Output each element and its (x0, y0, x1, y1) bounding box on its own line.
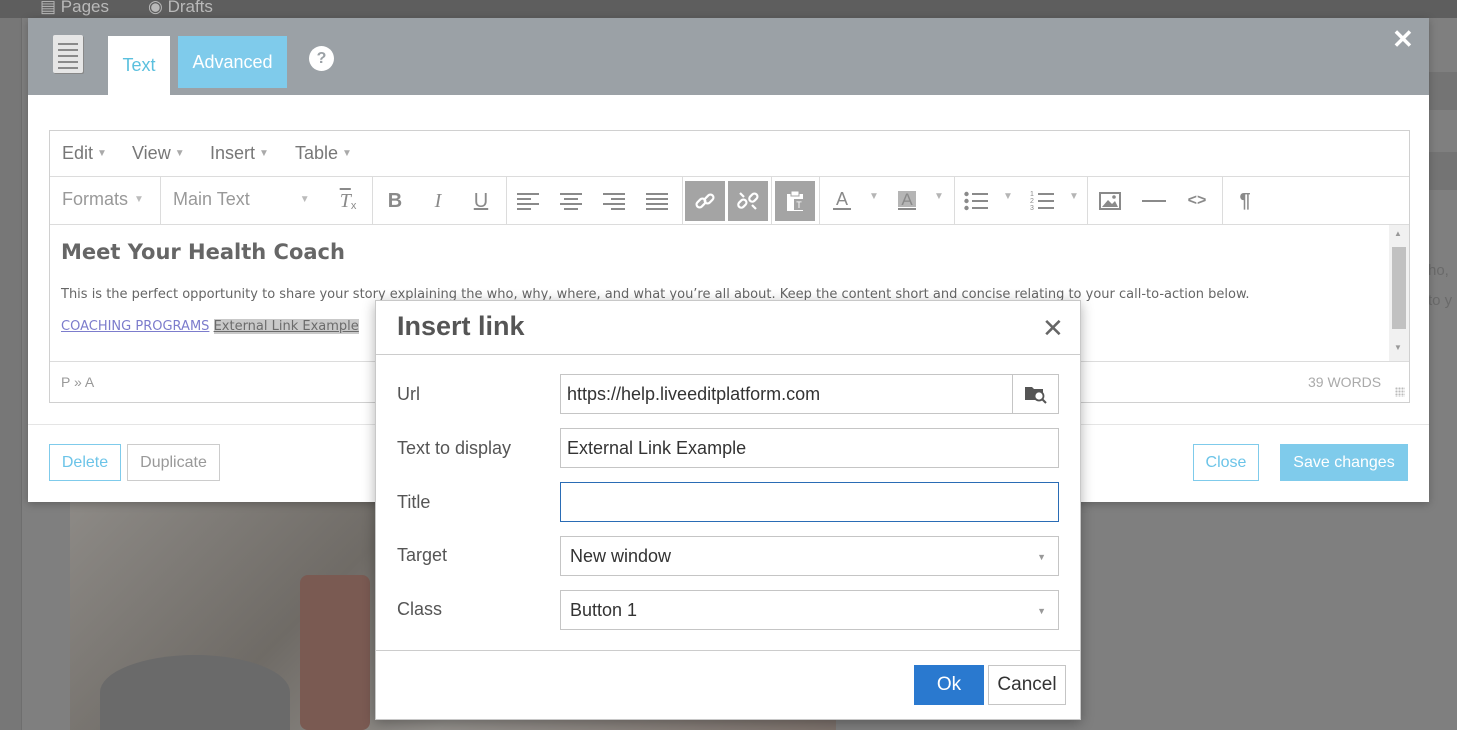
chevron-down-icon: ▼ (1037, 606, 1046, 616)
save-changes-button[interactable]: Save changes (1280, 444, 1408, 481)
class-value: Button 1 (570, 600, 638, 620)
show-blocks-icon[interactable]: ¶ (1225, 181, 1265, 221)
text-to-display-label: Text to display (397, 438, 512, 458)
unlink-icon[interactable] (728, 181, 768, 221)
delete-button[interactable]: Delete (49, 444, 121, 481)
drafts-nav: ◉ Drafts (148, 0, 213, 16)
link-icon[interactable] (685, 181, 725, 221)
align-center-icon[interactable] (551, 181, 591, 221)
editor-menubar: Edit ▼ View ▼ Insert ▼ Table ▼ (50, 131, 1409, 177)
horizontal-line-icon[interactable] (1134, 181, 1174, 221)
title-input[interactable] (560, 482, 1059, 522)
content-heading: Meet Your Health Coach (61, 240, 345, 264)
chevron-down-icon: ▼ (174, 148, 185, 159)
svg-text:A: A (901, 190, 913, 209)
background-strip (1429, 152, 1457, 190)
tab-text[interactable]: Text (108, 36, 170, 95)
modal-header: Text Advanced ? ✕ (28, 18, 1429, 95)
background-color-icon[interactable]: A (887, 181, 927, 221)
content-links: COACHING PROGRAMS External Link Example (61, 319, 359, 334)
align-justify-icon[interactable] (637, 181, 677, 221)
menu-insert[interactable]: Insert ▼ (210, 143, 269, 164)
background-photo-detail (100, 655, 290, 730)
scrollbar-thumb[interactable] (1392, 247, 1406, 329)
bullet-list-icon[interactable] (956, 181, 996, 221)
target-label: Target (397, 545, 448, 565)
target-select[interactable]: New window ▼ (560, 536, 1059, 576)
menu-table[interactable]: Table ▼ (295, 143, 352, 164)
chevron-down-icon[interactable]: ▼ (1003, 191, 1013, 202)
word-count: 39 WORDS (1308, 374, 1382, 390)
url-label: Url (397, 384, 420, 404)
numbered-list-icon[interactable]: 123 (1022, 181, 1062, 221)
chevron-down-icon: ▼ (299, 194, 310, 205)
browse-button[interactable] (1012, 374, 1059, 414)
chevron-down-icon[interactable]: ▼ (869, 191, 879, 202)
tab-advanced[interactable]: Advanced (178, 36, 287, 88)
close-icon[interactable]: ✕ (1042, 313, 1064, 344)
duplicate-button[interactable]: Duplicate (127, 444, 220, 481)
chevron-down-icon[interactable]: ▼ (1069, 191, 1079, 202)
underline-icon[interactable]: U (461, 181, 501, 221)
resize-handle[interactable] (1395, 387, 1405, 397)
chevron-down-icon: ▼ (134, 194, 144, 205)
svg-text:A: A (836, 190, 848, 209)
insert-link-dialog: Insert link ✕ Url Text to display Title … (375, 300, 1081, 720)
class-label: Class (397, 599, 443, 619)
paste-as-text-icon[interactable]: T (775, 181, 815, 221)
scroll-down-icon[interactable]: ▼ (1394, 343, 1402, 352)
svg-text:1: 1 (1030, 191, 1034, 198)
background-photo-detail (300, 575, 370, 730)
chevron-down-icon: ▼ (342, 148, 352, 159)
clear-formatting-icon[interactable]: Tx (328, 181, 368, 221)
text-color-icon[interactable]: A (822, 181, 862, 221)
formats-dropdown[interactable]: Formats ▼ (62, 189, 144, 210)
url-input[interactable] (560, 374, 1013, 414)
cancel-button[interactable]: Cancel (988, 665, 1066, 705)
target-value: New window (570, 546, 672, 566)
source-code-icon[interactable]: <> (1177, 181, 1217, 221)
italic-icon[interactable]: I (418, 181, 458, 221)
ok-button[interactable]: Ok (914, 665, 984, 705)
menu-edit[interactable]: Edit ▼ (62, 143, 107, 164)
title-label: Title (397, 492, 431, 512)
svg-text:T: T (796, 200, 802, 210)
menu-view[interactable]: View ▼ (132, 143, 185, 164)
style-dropdown[interactable]: Main Text ▼ (173, 189, 310, 210)
editor-scrollbar[interactable]: ▲ ▼ (1389, 225, 1409, 361)
background-strip (1429, 72, 1457, 110)
coaching-programs-link[interactable]: COACHING PROGRAMS (61, 319, 209, 334)
bold-icon[interactable]: B (375, 181, 415, 221)
svg-text:3: 3 (1030, 205, 1034, 212)
chevron-down-icon: ▼ (1037, 552, 1046, 562)
svg-text:2: 2 (1030, 198, 1034, 205)
browse-folder-icon (1024, 387, 1047, 404)
pages-nav: ▤ Pages (40, 0, 109, 16)
divider (376, 650, 1080, 651)
class-select[interactable]: Button 1 ▼ (560, 590, 1059, 630)
text-to-display-input[interactable] (560, 428, 1059, 468)
editor-toolbar: Formats ▼ Main Text ▼ Tx B I U T A ▼ A ▼… (50, 177, 1409, 225)
dialog-title: Insert link (397, 311, 525, 341)
background-topbar: ▤ Pages ◉ Drafts (0, 0, 1457, 18)
element-path: P » A (61, 374, 95, 390)
close-button[interactable]: Close (1193, 444, 1259, 481)
align-left-icon[interactable] (508, 181, 548, 221)
external-link-selected[interactable]: External Link Example (213, 319, 359, 334)
insert-image-icon[interactable] (1090, 181, 1130, 221)
chevron-down-icon: ▼ (97, 148, 107, 159)
align-right-icon[interactable] (594, 181, 634, 221)
background-text: ho, (1428, 262, 1449, 279)
chevron-down-icon[interactable]: ▼ (934, 191, 944, 202)
scroll-up-icon[interactable]: ▲ (1394, 229, 1402, 238)
background-sidebar (0, 18, 22, 730)
background-text: to y (1428, 292, 1453, 309)
close-icon[interactable]: ✕ (1392, 24, 1414, 55)
divider (376, 354, 1080, 355)
help-icon[interactable]: ? (309, 46, 334, 71)
chevron-down-icon: ▼ (259, 148, 269, 159)
notepad-icon (53, 35, 83, 73)
